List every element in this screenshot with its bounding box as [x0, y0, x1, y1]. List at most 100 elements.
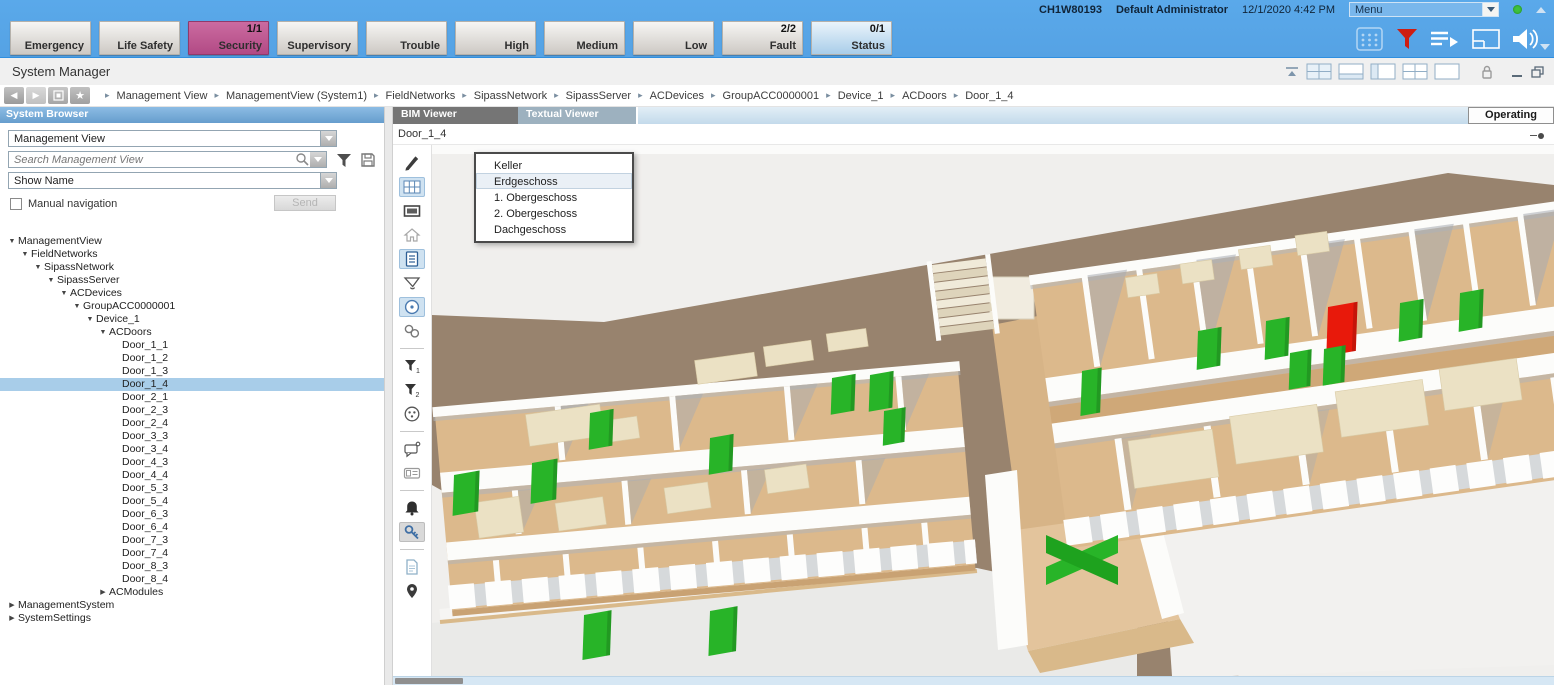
tree-item-door_1_2[interactable]: Door_1_2	[0, 352, 384, 365]
door-marker-ok[interactable]	[1289, 349, 1312, 390]
comment-icon[interactable]	[399, 439, 425, 459]
operating-mode-button[interactable]: Operating	[1468, 107, 1554, 124]
panel-splitter[interactable]	[385, 107, 393, 685]
alarm-button-trouble[interactable]: Trouble	[366, 21, 447, 55]
tree-item-door_7_3[interactable]: Door_7_3	[0, 534, 384, 547]
bim-scene-viewport[interactable]: KellerErdgeschoss1. Obergeschoss2. Oberg…	[432, 145, 1554, 676]
tree-item-door_6_4[interactable]: Door_6_4	[0, 521, 384, 534]
door-marker-ok[interactable]	[582, 610, 611, 660]
door-marker-ok[interactable]	[708, 606, 737, 656]
tree-item-managementsystem[interactable]: ▶ManagementSystem	[0, 599, 384, 612]
breadcrumb-item[interactable]: SipassServer	[566, 90, 631, 102]
tree-item-acmodules[interactable]: ▶ACModules	[0, 586, 384, 599]
search-field[interactable]	[8, 151, 327, 168]
filter-icon[interactable]	[336, 152, 352, 168]
tree-expander-icon[interactable]: ▼	[45, 274, 57, 287]
pin-icon[interactable]	[1530, 133, 1544, 138]
door-marker-ok[interactable]	[1265, 317, 1290, 360]
door-marker-ok[interactable]	[709, 434, 734, 475]
tree-expander-icon[interactable]: ▶	[6, 599, 18, 612]
door-marker-ok[interactable]	[883, 407, 906, 446]
tree-item-door_5_4[interactable]: Door_5_4	[0, 495, 384, 508]
view-selector-dropdown[interactable]: Management View	[8, 130, 337, 147]
breadcrumb-item[interactable]: SipassNetwork	[474, 90, 547, 102]
horizontal-scrollbar[interactable]	[393, 676, 1554, 685]
tree-item-acdevices[interactable]: ▼ACDevices	[0, 287, 384, 300]
collapse-pane-icon[interactable]	[1284, 64, 1300, 80]
tree-item-door_2_1[interactable]: Door_2_1	[0, 391, 384, 404]
alarm-button-supervisory[interactable]: Supervisory	[277, 21, 358, 55]
alarm-button-high[interactable]: High	[455, 21, 536, 55]
tree-item-door_2_4[interactable]: Door_2_4	[0, 417, 384, 430]
alarm-button-security[interactable]: 1/1Security	[188, 21, 269, 55]
breadcrumb-item[interactable]: ACDevices	[650, 90, 704, 102]
breadcrumb-item[interactable]: ManagementView (System1)	[226, 90, 367, 102]
tree-expander-icon[interactable]: ▼	[6, 235, 18, 248]
tree-item-groupacc0000001[interactable]: ▼GroupACC0000001	[0, 300, 384, 313]
layout-icon[interactable]	[1472, 28, 1500, 50]
view-cone-icon[interactable]	[399, 273, 425, 293]
tree-item-door_1_4[interactable]: Door_1_4	[0, 378, 384, 391]
tree-expander-icon[interactable]: ▼	[84, 313, 96, 326]
tree-expander-icon[interactable]: ▼	[97, 326, 109, 339]
filter-1-icon[interactable]: 1	[399, 356, 425, 376]
floor-option-1-obergeschoss[interactable]: 1. Obergeschoss	[476, 189, 632, 205]
send-button[interactable]: Send	[274, 195, 336, 211]
display-mode-dropdown[interactable]: Show Name	[8, 172, 337, 189]
tree-item-systemsettings[interactable]: ▶SystemSettings	[0, 612, 384, 625]
door-marker-ok[interactable]	[1080, 368, 1101, 416]
floor-list-icon[interactable]	[399, 249, 425, 269]
alarm-bell-icon[interactable]	[399, 498, 425, 518]
layout-bottom-icon[interactable]	[1338, 63, 1364, 80]
back-button[interactable]: ◀	[4, 87, 24, 104]
alarm-button-low[interactable]: Low	[633, 21, 714, 55]
floor-option-keller[interactable]: Keller	[476, 157, 632, 173]
tree-item-door_6_3[interactable]: Door_6_3	[0, 508, 384, 521]
tree-item-door_4_3[interactable]: Door_4_3	[0, 456, 384, 469]
search-icon[interactable]	[295, 152, 310, 167]
alarm-button-medium[interactable]: Medium	[544, 21, 625, 55]
tree-item-door_1_3[interactable]: Door_1_3	[0, 365, 384, 378]
chevron-down-icon[interactable]	[310, 152, 326, 167]
tree-item-door_7_4[interactable]: Door_7_4	[0, 547, 384, 560]
floor-option-2-obergeschoss[interactable]: 2. Obergeschoss	[476, 205, 632, 221]
forward-button[interactable]: ▶	[26, 87, 46, 104]
breadcrumb-item[interactable]: Device_1	[838, 90, 884, 102]
tree-item-door_8_3[interactable]: Door_8_3	[0, 560, 384, 573]
manual-navigation-checkbox[interactable]	[10, 198, 22, 210]
save-icon[interactable]	[360, 152, 376, 168]
event-list-icon[interactable]	[1430, 28, 1460, 50]
keypad-icon[interactable]	[1356, 26, 1384, 52]
report-document-icon[interactable]	[399, 557, 425, 577]
tree-item-door_3_4[interactable]: Door_3_4	[0, 443, 384, 456]
category-dots-icon[interactable]	[399, 404, 425, 424]
tree-item-door_1_1[interactable]: Door_1_1	[0, 339, 384, 352]
alarm-button-emergency[interactable]: Emergency	[10, 21, 91, 55]
tree-expander-icon[interactable]: ▶	[97, 586, 109, 599]
breadcrumb-item[interactable]: Door_1_4	[965, 90, 1013, 102]
lock-icon[interactable]	[1480, 64, 1494, 80]
tree-item-door_2_3[interactable]: Door_2_3	[0, 404, 384, 417]
breadcrumb-item[interactable]: GroupACC0000001	[723, 90, 820, 102]
tree-item-door_3_3[interactable]: Door_3_3	[0, 430, 384, 443]
door-marker-ok[interactable]	[1459, 289, 1484, 332]
tab-textual-viewer[interactable]: Textual Viewer	[518, 107, 636, 124]
tree-item-door_8_4[interactable]: Door_8_4	[0, 573, 384, 586]
chevron-down-icon[interactable]	[320, 173, 336, 188]
minimize-icon[interactable]	[1510, 64, 1524, 80]
home-view-icon[interactable]	[399, 225, 425, 245]
door-marker-ok[interactable]	[1323, 345, 1346, 386]
scrollbar-thumb[interactable]	[395, 678, 463, 684]
tree-item-sipassserver[interactable]: ▼SipassServer	[0, 274, 384, 287]
alarm-button-life-safety[interactable]: Life Safety	[99, 21, 180, 55]
door-marker-ok[interactable]	[453, 470, 480, 515]
layout-left-icon[interactable]	[1370, 63, 1396, 80]
tree-item-device_1[interactable]: ▼Device_1	[0, 313, 384, 326]
tree-item-door_5_3[interactable]: Door_5_3	[0, 482, 384, 495]
tree-expander-icon[interactable]: ▼	[58, 287, 70, 300]
door-marker-ok[interactable]	[1197, 327, 1222, 370]
speaker-icon[interactable]	[1512, 27, 1540, 51]
expand-icon[interactable]	[1540, 44, 1550, 50]
layout-grid-icon[interactable]	[1306, 63, 1332, 80]
breadcrumb-item[interactable]: Management View	[117, 90, 208, 102]
